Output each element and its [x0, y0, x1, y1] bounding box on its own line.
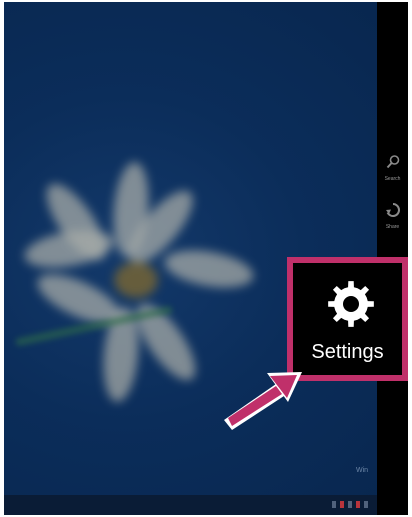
pointer-arrow-icon: [224, 372, 302, 430]
charm-share-label: Share: [385, 224, 400, 230]
charm-search-label: Search: [384, 176, 401, 182]
desktop-watermark: Win: [356, 467, 369, 474]
search-icon: [386, 155, 399, 169]
charm-share[interactable]: Share: [377, 202, 408, 230]
taskbar: [4, 495, 408, 515]
share-icon: [385, 203, 400, 217]
system-tray: [332, 501, 368, 508]
gear-icon: [328, 281, 374, 327]
settings-label: Settings: [311, 341, 384, 363]
settings-highlight-frame: Settings: [287, 257, 408, 381]
settings-charm-button[interactable]: Settings: [293, 263, 402, 375]
charm-search[interactable]: Search: [377, 154, 408, 182]
